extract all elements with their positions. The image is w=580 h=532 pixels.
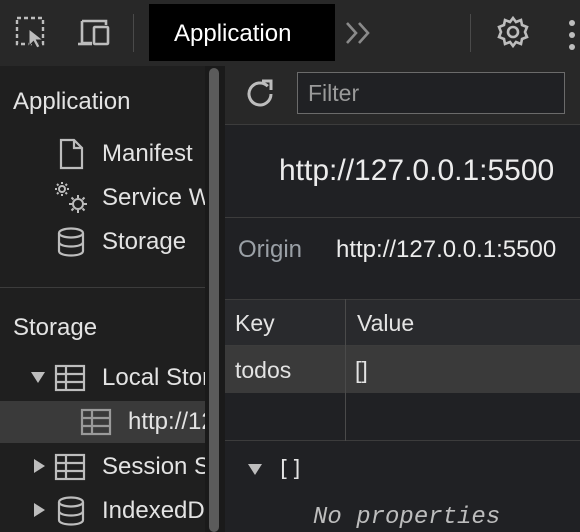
origin-title: http://127.0.0.1:5500: [279, 154, 555, 187]
origin-label: Origin: [238, 236, 303, 263]
sidebar-heading-storage: Storage: [13, 314, 98, 341]
sidebar-item-label: http://127.0.0.1:5500: [128, 408, 205, 435]
collapsed-triangle-icon[interactable]: [32, 458, 46, 479]
inspect-element-icon[interactable]: [15, 15, 51, 51]
sidebar-item-local-storage-origin[interactable]: http://127.0.0.1:5500: [0, 401, 205, 443]
sidebar-item-storage[interactable]: Storage: [0, 222, 205, 262]
table-cell-value[interactable]: []: [355, 357, 368, 384]
devtools-toolbar: Application: [0, 0, 580, 67]
storage-toolbar: [225, 66, 580, 125]
preview-value: []: [277, 457, 304, 482]
toolbar-divider: [470, 14, 471, 52]
sidebar-item-local-storage[interactable]: Local Storage: [0, 358, 205, 398]
toolbar-divider: [133, 14, 134, 52]
sidebar-item-label: Manifest: [102, 140, 193, 167]
gears-icon: [52, 180, 87, 213]
filter-input[interactable]: [297, 72, 565, 114]
table-cell-key[interactable]: todos: [235, 357, 291, 384]
device-toolbar-icon[interactable]: [76, 15, 112, 51]
sidebar-heading-application: Application: [13, 88, 131, 115]
sidebar-item-service-workers[interactable]: Service Workers: [0, 178, 205, 218]
sidebar-item-label: Storage: [102, 228, 187, 255]
storage-view: http://127.0.0.1:5500 Origin http://127.…: [225, 66, 580, 532]
collapsed-triangle-icon[interactable]: [32, 502, 46, 523]
column-divider[interactable]: [345, 299, 346, 441]
refresh-icon[interactable]: [243, 77, 277, 116]
divider: [225, 217, 580, 218]
column-header-value[interactable]: Value: [357, 310, 414, 337]
sidebar-item-label: Session Storage: [102, 453, 205, 480]
sidebar-item-label: IndexedDB: [102, 497, 205, 524]
table-row[interactable]: todos []: [225, 346, 580, 393]
expanded-triangle-icon[interactable]: [30, 370, 46, 389]
sidebar-item-session-storage[interactable]: Session Storage: [0, 447, 205, 487]
table-icon: [80, 407, 112, 437]
sidebar-item-label: Service Workers: [102, 184, 205, 211]
table-header: Key Value: [225, 299, 580, 346]
database-icon: [56, 495, 85, 526]
sidebar-item-indexeddb[interactable]: IndexedDB: [0, 491, 205, 531]
origin-value: http://127.0.0.1:5500: [336, 236, 557, 263]
sidebar-scrollbar[interactable]: [209, 68, 219, 532]
gear-icon[interactable]: [495, 14, 531, 50]
table-icon: [54, 452, 86, 482]
table-row-empty[interactable]: [225, 393, 580, 441]
column-header-key[interactable]: Key: [235, 310, 275, 337]
no-properties-text: No properties: [313, 504, 501, 531]
sidebar-item-label: Local Storage: [102, 364, 205, 391]
storage-table: Key Value todos []: [225, 299, 580, 441]
tab-application-label: Application: [174, 20, 292, 47]
preview-expand-triangle-icon[interactable]: [247, 462, 263, 481]
tab-application[interactable]: Application: [149, 4, 335, 61]
sidebar-divider: [0, 287, 205, 288]
document-icon: [57, 138, 85, 170]
table-icon: [54, 363, 86, 393]
more-options-icon[interactable]: [568, 18, 576, 52]
more-tabs-chevron-icon[interactable]: [344, 18, 374, 55]
sidebar: Application Manifest Service Workers: [0, 66, 205, 532]
database-icon: [56, 226, 85, 257]
sidebar-item-manifest[interactable]: Manifest: [0, 134, 205, 174]
